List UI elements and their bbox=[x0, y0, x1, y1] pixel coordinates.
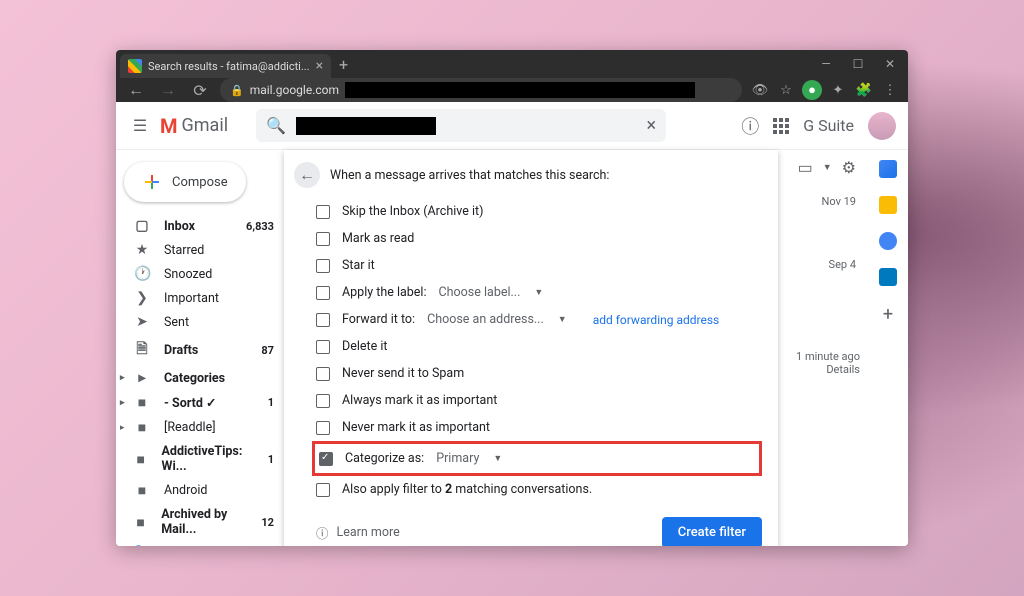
hamburger-icon[interactable]: ☰ bbox=[128, 114, 152, 138]
forward-button[interactable]: → bbox=[156, 80, 180, 100]
search-redacted bbox=[296, 117, 436, 135]
sidebar-item[interactable]: ❯Important bbox=[116, 286, 284, 310]
checkbox-icon[interactable] bbox=[316, 259, 330, 273]
checkbox-icon[interactable] bbox=[316, 367, 330, 381]
sidebar-item[interactable]: ➤Sent bbox=[116, 310, 284, 334]
also-apply-option[interactable]: Also apply filter to 2 matching conversa… bbox=[294, 476, 762, 503]
browser-window: Search results - fatima@addicti... × + —… bbox=[116, 50, 908, 546]
filter-option[interactable]: Skip the Inbox (Archive it) bbox=[294, 198, 762, 225]
extension-icon[interactable]: ● bbox=[802, 80, 822, 100]
checkbox-icon[interactable] bbox=[319, 452, 333, 466]
sidebar-item[interactable]: ▸■- Sortd ✓1 bbox=[116, 390, 284, 415]
compose-button[interactable]: Compose bbox=[124, 162, 246, 202]
lock-icon: 🔒 bbox=[230, 84, 244, 97]
filter-option[interactable]: Delete it bbox=[294, 333, 762, 360]
content-area: ▭ ▼ ⚙ Nov 19 Sep 4 1 minute ago Details … bbox=[284, 150, 868, 546]
eye-icon[interactable]: 👁 bbox=[750, 80, 770, 100]
url-redacted bbox=[345, 82, 695, 98]
clear-search-icon[interactable]: × bbox=[647, 115, 657, 136]
add-addon-icon[interactable]: + bbox=[883, 304, 893, 325]
tasks-icon[interactable] bbox=[879, 232, 897, 250]
sidebar-item[interactable]: ▸▸Categories bbox=[116, 366, 284, 390]
search-icon: 🔍 bbox=[266, 116, 286, 135]
filter-option[interactable]: Never mark it as important bbox=[294, 414, 762, 441]
sidebar: Compose ▢Inbox6,833★Starred🕐Snoozed❯Impo… bbox=[116, 150, 284, 546]
filter-option[interactable]: Apply the label: Choose label...▼ bbox=[294, 279, 762, 306]
details-link[interactable]: Details bbox=[796, 363, 860, 376]
calendar-icon[interactable] bbox=[879, 160, 897, 178]
dropdown-caret-icon[interactable]: ▼ bbox=[823, 162, 832, 173]
tab-close-icon[interactable]: × bbox=[316, 58, 323, 74]
gmail-header: ☰ M Gmail 🔍 × ⓘ G Suite bbox=[116, 102, 908, 150]
help-icon[interactable]: ⓘ bbox=[741, 113, 759, 139]
forwarding-link[interactable]: add forwarding address bbox=[593, 313, 720, 327]
filter-option[interactable]: Mark as read bbox=[294, 225, 762, 252]
split-pane-icon[interactable]: ▭ bbox=[798, 158, 813, 177]
filter-title: When a message arrives that matches this… bbox=[330, 168, 609, 183]
sidebar-item[interactable]: ■Archived by Mail...12 bbox=[116, 503, 284, 541]
side-panel: + › bbox=[868, 150, 908, 546]
sidebar-item[interactable]: 🏷Call for Interview bbox=[116, 541, 284, 546]
sidebar-item[interactable]: ■Android bbox=[116, 478, 284, 503]
sidebar-item[interactable]: ★Starred bbox=[116, 238, 284, 262]
filter-option[interactable]: Never send it to Spam bbox=[294, 360, 762, 387]
checkbox-icon[interactable] bbox=[316, 394, 330, 408]
checkbox-icon[interactable] bbox=[316, 421, 330, 435]
sidebar-item[interactable]: ▢Inbox6,833 bbox=[116, 214, 284, 238]
categorize-value[interactable]: Primary bbox=[436, 451, 479, 466]
chevron-down-icon[interactable]: ▼ bbox=[493, 453, 502, 464]
checkbox-icon[interactable] bbox=[316, 232, 330, 246]
gmail-app: ☰ M Gmail 🔍 × ⓘ G Suite Compose bbox=[116, 102, 908, 546]
plus-icon bbox=[142, 172, 162, 192]
url-input[interactable]: 🔒 mail.google.com bbox=[220, 78, 742, 102]
gsuite-label: G Suite bbox=[803, 116, 854, 135]
filter-option[interactable]: Star it bbox=[294, 252, 762, 279]
checkbox-icon[interactable] bbox=[316, 483, 330, 497]
search-box[interactable]: 🔍 × bbox=[256, 109, 666, 142]
create-filter-button[interactable]: Create filter bbox=[662, 517, 762, 546]
activity-meta: 1 minute ago Details bbox=[796, 350, 868, 376]
checkbox-icon[interactable] bbox=[316, 286, 330, 300]
back-arrow-icon[interactable]: ← bbox=[294, 162, 320, 188]
apps-grid-icon[interactable] bbox=[773, 118, 789, 134]
sidebar-item[interactable]: 🕐Snoozed bbox=[116, 262, 284, 286]
sidebar-item[interactable]: 🗎Drafts87 bbox=[116, 334, 284, 366]
gmail-favicon bbox=[128, 59, 142, 73]
checkbox-icon[interactable] bbox=[316, 313, 330, 327]
filter-option[interactable]: Forward it to: Choose an address...▼add … bbox=[294, 306, 762, 333]
close-button[interactable]: ✕ bbox=[876, 50, 904, 78]
maximize-button[interactable]: ☐ bbox=[844, 50, 872, 78]
titlebar: Search results - fatima@addicti... × + —… bbox=[116, 50, 908, 78]
browser-tab[interactable]: Search results - fatima@addicti... × bbox=[120, 54, 331, 78]
highlighted-option: Categorize as: Primary ▼ bbox=[312, 441, 762, 476]
reload-button[interactable]: ⟳ bbox=[188, 81, 212, 100]
filter-panel: ← When a message arrives that matches th… bbox=[284, 150, 778, 546]
new-tab-button[interactable]: + bbox=[339, 55, 348, 74]
avatar[interactable] bbox=[868, 112, 896, 140]
learn-more-link[interactable]: ⓘ Learn more bbox=[316, 523, 400, 542]
puzzle-icon[interactable]: 🧩 bbox=[854, 80, 874, 100]
back-button[interactable]: ← bbox=[124, 80, 148, 100]
extension-icon-2[interactable]: ✦ bbox=[828, 80, 848, 100]
checkbox-icon[interactable] bbox=[316, 205, 330, 219]
sidebar-item[interactable]: ▸■[Readdle] bbox=[116, 415, 284, 440]
filter-option[interactable]: Always mark it as important bbox=[294, 387, 762, 414]
sidebar-item[interactable]: ■AddictiveTips: Wi...1 bbox=[116, 440, 284, 478]
address-bar: ← → ⟳ 🔒 mail.google.com 👁 ☆ ● ✦ 🧩 ⋮ bbox=[116, 78, 908, 102]
url-text: mail.google.com bbox=[250, 83, 339, 97]
categorize-option[interactable]: Categorize as: Primary ▼ bbox=[315, 445, 539, 472]
trello-icon[interactable] bbox=[879, 268, 897, 286]
tab-title: Search results - fatima@addicti... bbox=[148, 60, 310, 73]
star-icon[interactable]: ☆ bbox=[776, 80, 796, 100]
settings-gear-icon[interactable]: ⚙ bbox=[842, 158, 856, 177]
checkbox-icon[interactable] bbox=[316, 340, 330, 354]
menu-dots-icon[interactable]: ⋮ bbox=[880, 80, 900, 100]
help-icon: ⓘ bbox=[316, 523, 329, 542]
keep-icon[interactable] bbox=[879, 196, 897, 214]
minimize-button[interactable]: — bbox=[812, 50, 840, 78]
gmail-logo[interactable]: M Gmail bbox=[160, 114, 228, 138]
